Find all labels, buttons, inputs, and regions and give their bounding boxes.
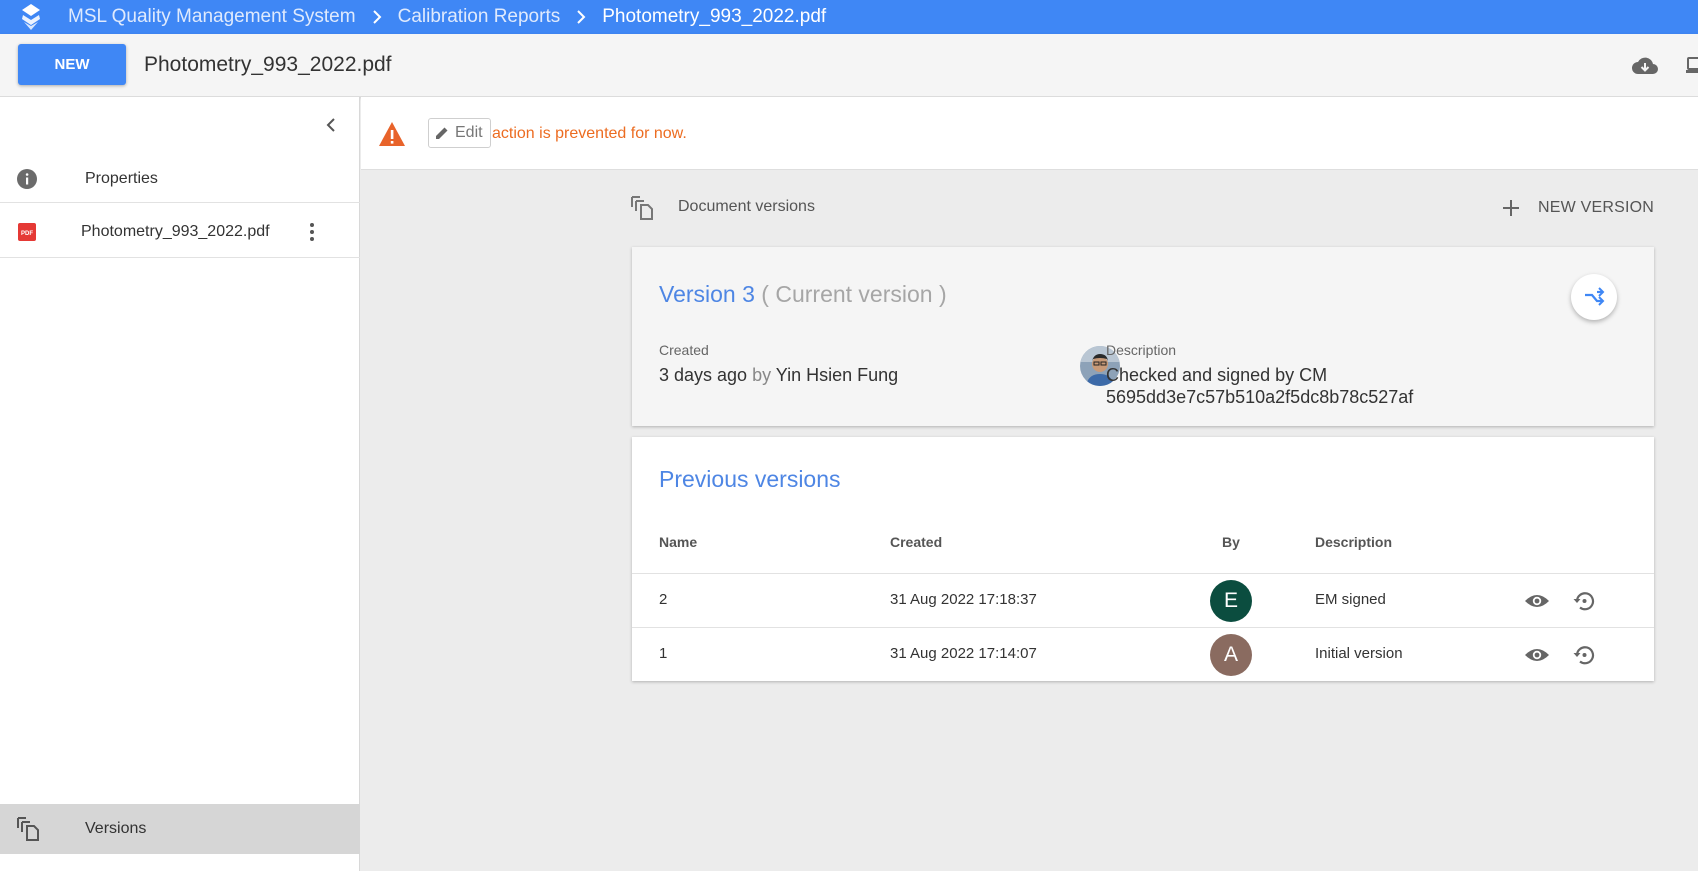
created-label: Created (659, 342, 709, 358)
created-value: 3 days ago by Yin Hsien Fung (659, 365, 898, 386)
more-vertical-icon[interactable] (300, 220, 324, 244)
edit-chip: Edit (428, 118, 491, 148)
page-title: Photometry_993_2022.pdf (144, 53, 392, 76)
current-version-card: Version 3 ( Current version ) Created 3 … (632, 247, 1654, 426)
version-number: Version 3 (659, 281, 755, 307)
breadcrumb-item-folder[interactable]: Calibration Reports (398, 6, 561, 28)
version-description: Initial version (1315, 645, 1403, 662)
table-row: 2 31 Aug 2022 17:18:37 E EM signed (632, 573, 1654, 627)
sidebar-item-properties[interactable]: Properties (0, 155, 360, 203)
pencil-icon (436, 127, 448, 139)
eye-icon[interactable] (1523, 587, 1551, 615)
column-header-description: Description (1315, 534, 1393, 550)
breadcrumb-item-current: Photometry_993_2022.pdf (602, 6, 827, 27)
restore-icon[interactable] (1570, 587, 1598, 615)
sidebar: Properties PDF Photometry_993_2022.pdf V… (0, 97, 360, 871)
by-word: by (752, 365, 772, 385)
warning-banner: Edit action is prevented for now. (361, 97, 1698, 170)
avatar[interactable]: E (1210, 580, 1252, 622)
description-line-2: 5695dd3e7c57b510a2f5dc8b78c527af (1106, 387, 1414, 407)
version-name: 2 (659, 591, 668, 608)
warning-icon (378, 121, 406, 147)
version-created: 31 Aug 2022 17:18:37 (890, 591, 1037, 608)
plus-icon (1503, 200, 1519, 216)
sidebar-item-file[interactable]: PDF Photometry_993_2022.pdf (0, 206, 360, 258)
author-name[interactable]: Yin Hsien Fung (776, 365, 898, 385)
versions-icon (16, 816, 40, 842)
sidebar-item-label: Photometry_993_2022.pdf (81, 222, 270, 240)
info-icon (15, 167, 39, 191)
pdf-file-icon: PDF (15, 220, 39, 244)
sidebar-item-versions[interactable]: Versions (0, 804, 360, 854)
eye-icon[interactable] (1523, 641, 1551, 669)
document-toolbar: NEW Photometry_993_2022.pdf (0, 34, 1698, 97)
description-label: Description (1106, 342, 1177, 358)
version-name: 1 (659, 645, 668, 662)
description-line-1: Checked and signed by CM (1106, 365, 1328, 385)
breadcrumb-item-root[interactable]: MSL Quality Management System (68, 6, 356, 28)
svg-text:PDF: PDF (21, 231, 33, 237)
section-title: Document versions (678, 198, 815, 215)
restore-icon[interactable] (1570, 641, 1598, 669)
laptop-icon[interactable] (1686, 53, 1698, 79)
compare-button[interactable] (1571, 274, 1617, 320)
chevron-right-icon (576, 10, 586, 24)
version-description: EM signed (1315, 591, 1386, 608)
breadcrumb: MSL Quality Management System Calibratio… (0, 0, 1698, 34)
column-header-name: Name (659, 534, 698, 550)
previous-versions-title: Previous versions (659, 466, 841, 492)
avatar[interactable]: A (1210, 634, 1252, 676)
edit-label: Edit (455, 124, 483, 141)
versions-icon (630, 195, 654, 221)
column-header-created: Created (890, 534, 943, 550)
current-version-tag: ( Current version ) (761, 281, 947, 307)
new-version-label: NEW VERSION (1538, 199, 1654, 216)
chevron-left-icon[interactable] (318, 112, 344, 138)
document-versions-header: Document versions NEW VERSION (630, 195, 1654, 221)
shuffle-icon (1585, 287, 1605, 306)
previous-versions-card: Previous versions Name Created By Descri… (632, 437, 1654, 681)
version-created: 31 Aug 2022 17:14:07 (890, 645, 1037, 662)
new-button[interactable]: NEW (18, 44, 126, 85)
app-logo-icon[interactable] (20, 2, 42, 32)
created-relative: 3 days ago (659, 365, 748, 385)
chevron-right-icon (372, 10, 382, 24)
banner-message: action is prevented for now. (492, 125, 687, 142)
sidebar-item-label: Properties (85, 169, 158, 187)
current-version-title: Version 3 ( Current version ) (659, 281, 947, 308)
new-version-button[interactable]: NEW VERSION (1502, 195, 1654, 221)
table-row: 1 31 Aug 2022 17:14:07 A Initial version (632, 627, 1654, 681)
cloud-download-icon[interactable] (1630, 51, 1660, 81)
sidebar-item-label: Versions (85, 820, 147, 837)
column-header-by: By (1222, 534, 1240, 550)
